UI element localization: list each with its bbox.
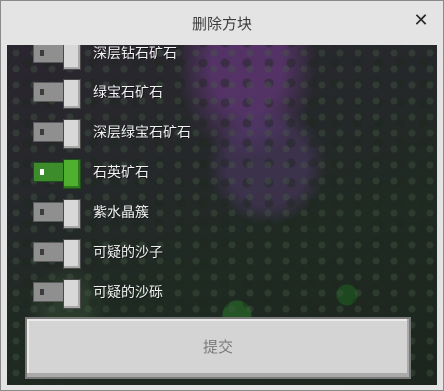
toggle-notch: [40, 129, 44, 135]
block-toggle[interactable]: [33, 279, 83, 309]
toggle-notch: [40, 50, 44, 56]
toggle-knob: [63, 119, 81, 149]
block-label: 深层绿宝石矿石: [93, 125, 191, 141]
dialog-titlebar: 删除方块 ✕: [1, 1, 443, 45]
submit-button[interactable]: 提交: [25, 317, 411, 379]
delete-blocks-dialog: 删除方块 ✕ 深层钻石矿石 绿宝石矿石 深层绿宝石矿石 石英矿石 紫水晶簇 可疑…: [0, 0, 444, 391]
block-row[interactable]: 深层钻石矿石: [33, 45, 177, 70]
block-row[interactable]: 可疑的沙子: [33, 237, 163, 269]
block-row[interactable]: 可疑的沙砾: [33, 277, 163, 309]
block-row[interactable]: 石英矿石: [33, 157, 149, 189]
toggle-track: [33, 242, 67, 262]
block-row[interactable]: 绿宝石矿石: [33, 77, 163, 109]
dialog-title: 删除方块: [191, 15, 252, 33]
toggle-knob: [63, 279, 81, 309]
toggle-track: [33, 82, 67, 102]
toggle-track: [33, 122, 67, 142]
toggle-knob: [63, 45, 81, 70]
block-toggle[interactable]: [33, 79, 83, 109]
toggle-knob: [63, 79, 81, 109]
block-label: 可疑的沙砾: [93, 285, 163, 301]
close-icon[interactable]: ✕: [411, 11, 431, 31]
block-toggle[interactable]: [33, 239, 83, 269]
block-toggle[interactable]: [33, 45, 83, 70]
toggle-knob: [63, 239, 81, 269]
block-toggle[interactable]: [33, 159, 83, 189]
block-row[interactable]: 深层绿宝石矿石: [33, 117, 191, 149]
toggle-notch: [40, 169, 44, 175]
toggle-knob: [63, 159, 81, 189]
toggle-track: [33, 202, 67, 222]
block-toggle[interactable]: [33, 119, 83, 149]
toggle-track: [33, 45, 67, 63]
block-label: 可疑的沙子: [93, 245, 163, 261]
toggle-notch: [40, 209, 44, 215]
submit-area: 提交: [7, 307, 437, 385]
block-label: 深层钻石矿石: [93, 46, 177, 62]
toggle-knob: [63, 199, 81, 229]
block-label: 石英矿石: [93, 165, 149, 181]
block-label: 紫水晶簇: [93, 205, 149, 221]
toggle-notch: [40, 249, 44, 255]
toggle-notch: [40, 289, 44, 295]
toggle-track: [33, 162, 67, 182]
block-toggle[interactable]: [33, 199, 83, 229]
block-row[interactable]: 紫水晶簇: [33, 197, 149, 229]
toggle-notch: [40, 89, 44, 95]
block-label: 绿宝石矿石: [93, 85, 163, 101]
block-list-panel[interactable]: 深层钻石矿石 绿宝石矿石 深层绿宝石矿石 石英矿石 紫水晶簇 可疑的沙子 可疑的…: [7, 45, 437, 385]
toggle-track: [33, 282, 67, 302]
